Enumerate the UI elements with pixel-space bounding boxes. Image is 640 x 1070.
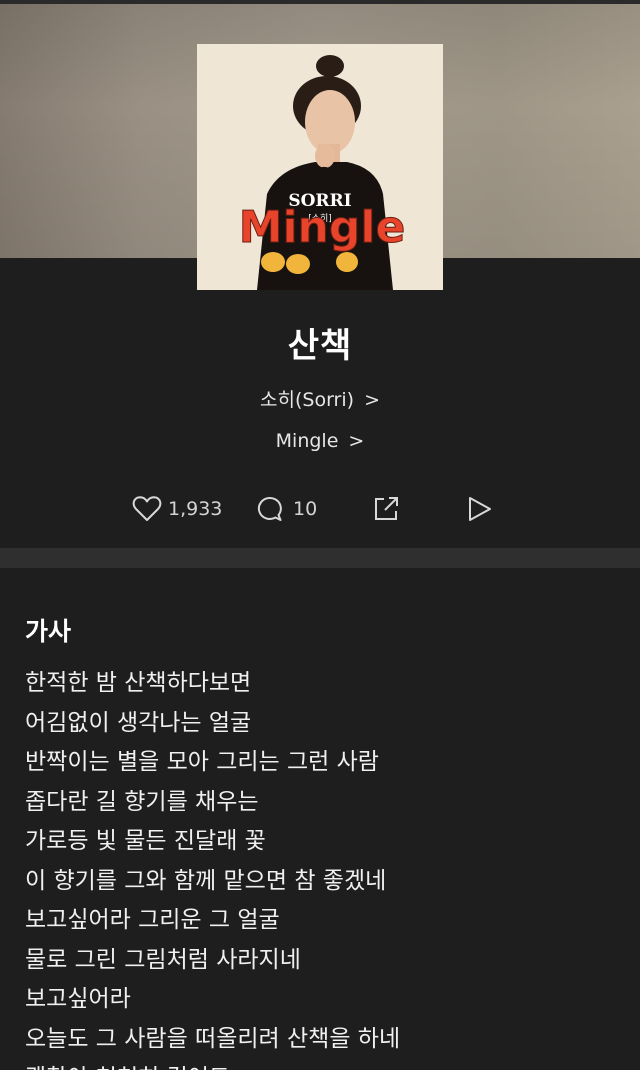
lyric-line: 이 향기를 그와 함께 맡으면 참 좋겠네 [25,867,387,894]
lyric-line: 오늘도 그 사람을 떠올리려 산책을 하네 [25,1025,401,1052]
action-bar: 1,933 10 [0,490,640,528]
play-icon [465,495,493,523]
comment-button[interactable]: 10 [255,490,317,528]
comment-count: 10 [293,498,318,520]
artist-name: 소히(Sorri) [260,389,355,411]
chevron-right-icon: > [348,430,365,452]
song-detail-screen: SORRI [소히] Mingle 산책 소히(Sorri) > Mingle > … [0,0,640,1070]
lyric-line: 반짝이는 별을 모아 그리는 그런 사람 [25,749,379,775]
album-link[interactable]: Mingle > [0,430,640,452]
lyrics-body: 한적한 밤 산책하다보면 어김없이 생각나는 얼굴 반짝이는 별을 모아 그리는… [25,664,625,1070]
lyric-line: 한적한 밤 산책하다보면 [25,670,252,696]
chevron-right-icon: > [364,389,380,411]
lyric-line: 보고싶어라 [25,986,131,1012]
artist-link[interactable]: 소히(Sorri) > [0,385,640,412]
lyric-line: 괜찮아 천천히 걸어도 [25,1059,625,1070]
album-art-title-text: Mingle [239,202,406,253]
song-title: 산책 [287,326,353,366]
like-button[interactable]: 1,933 [132,490,222,528]
lyric-line: 가로등 빛 물든 진달래 꽃 [25,828,266,854]
album-cover[interactable]: SORRI [소히] Mingle [197,44,443,290]
play-button[interactable] [465,490,493,528]
share-button[interactable] [372,490,400,528]
lyric-line: 물로 그린 그림처럼 사라지네 [25,946,301,973]
lyrics-heading: 가사 [25,617,72,646]
share-icon [372,495,400,523]
comment-bubble-icon [255,495,283,523]
like-count: 1,933 [168,498,223,520]
section-divider [0,548,640,568]
album-name: Mingle [275,430,339,452]
heart-icon [132,495,162,523]
lyric-line: 좁다란 길 향기를 채우는 [25,788,259,815]
lyric-line: 어김없이 생각나는 얼굴 [25,709,252,736]
lyric-line: 보고싶어라 그리운 그 얼굴 [25,907,280,933]
